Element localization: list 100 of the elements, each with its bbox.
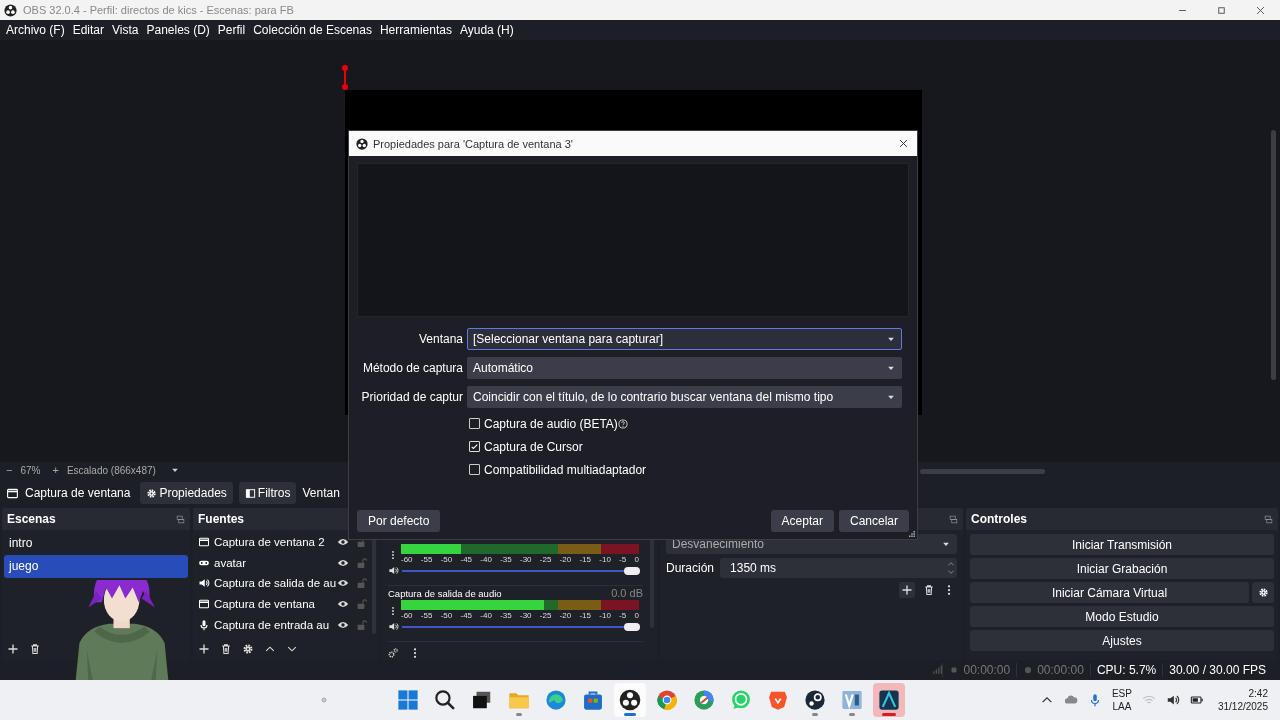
field-label: Método de captura	[361, 361, 463, 375]
browser-icon	[545, 689, 567, 711]
menu-item[interactable]: Archivo (F)	[2, 22, 69, 38]
resize-grip-icon[interactable]	[909, 531, 915, 537]
scene-item[interactable]: juego	[4, 555, 188, 578]
volume-slider[interactable]	[402, 621, 640, 632]
menu-item[interactable]: Ayuda (H)	[455, 22, 518, 38]
scale-label: -50	[440, 554, 453, 565]
browser-icon	[656, 689, 678, 711]
source-item[interactable]: Captura de entrada au	[214, 618, 335, 631]
language-indicator[interactable]: ESP LAA	[1111, 687, 1132, 713]
scale-label: -5	[619, 554, 627, 565]
checkbox-label[interactable]: Captura de Cursor	[484, 439, 583, 454]
scrollbar[interactable]	[920, 469, 1045, 474]
channel-name: Captura de salida de audio	[388, 587, 502, 599]
taskbar-button[interactable]	[873, 683, 905, 717]
volume-icon[interactable]	[1165, 693, 1180, 707]
add-icon[interactable]	[198, 643, 210, 655]
taskbar-button[interactable]	[614, 683, 646, 717]
control-button[interactable]: Modo Estudio	[970, 606, 1274, 627]
dot-icon	[320, 696, 328, 704]
browser-icon	[693, 689, 715, 711]
shield-icon	[767, 689, 789, 711]
scale-label: -60	[401, 610, 413, 621]
scale-label: -15	[579, 554, 591, 565]
control-button[interactable]: Iniciar Transmisión	[970, 534, 1274, 555]
gear-icon[interactable]	[242, 643, 254, 655]
checkbox[interactable]	[469, 464, 480, 475]
volume-slider[interactable]	[402, 565, 640, 576]
source-item[interactable]: avatar	[214, 556, 335, 569]
menu-item[interactable]: Vista	[108, 22, 143, 38]
speaker-icon[interactable]	[388, 621, 399, 632]
battery-icon[interactable]	[1189, 693, 1204, 707]
trash-icon[interactable]	[220, 643, 232, 655]
filters-button[interactable]: Filtros	[238, 482, 297, 504]
source-name: Captura de ventana	[25, 486, 131, 500]
scrollbar[interactable]	[1271, 130, 1276, 380]
source-item[interactable]: Captura de ventana	[214, 598, 335, 611]
maximize-icon[interactable]	[1216, 4, 1227, 16]
chat-icon	[730, 689, 752, 711]
scene-item[interactable]: intro	[4, 532, 188, 555]
dropdown[interactable]: Automático	[467, 357, 902, 379]
slider-thumb[interactable]	[624, 622, 640, 631]
scale-label: -10	[599, 554, 611, 565]
defaults-button[interactable]: Por defecto	[357, 510, 441, 532]
add-icon[interactable]	[7, 643, 19, 655]
clock[interactable]: 2:42 31/12/2025	[1217, 687, 1268, 713]
checkbox[interactable]	[469, 418, 480, 429]
microphone-icon	[198, 618, 210, 631]
cancel-button[interactable]: Cancelar	[838, 510, 909, 532]
search-icon	[434, 689, 456, 711]
menu-item[interactable]: Perfil	[213, 22, 250, 38]
cloud-icon[interactable]	[1063, 693, 1078, 707]
checkbox-label[interactable]: Captura de audio (BETA)	[484, 416, 618, 431]
source-item[interactable]: Captura de salida de au	[214, 577, 335, 590]
close-icon[interactable]	[1255, 4, 1266, 16]
menu-item[interactable]: Paneles (D)	[142, 22, 214, 38]
menu-item[interactable]: Herramientas	[375, 22, 456, 38]
task-view-icon	[471, 689, 493, 711]
trash-icon[interactable]	[923, 584, 935, 596]
undock-icon[interactable]	[1264, 514, 1273, 524]
control-button[interactable]: Iniciar Cámara Virtual	[970, 582, 1249, 603]
close-icon[interactable]	[898, 138, 909, 149]
gears-icon[interactable]	[387, 647, 399, 659]
scale-label: -55	[420, 554, 433, 565]
scale-label: 0	[634, 554, 639, 565]
gear-icon	[146, 487, 158, 499]
zoom-out-button[interactable]: −	[4, 464, 15, 476]
filter-icon	[244, 487, 256, 499]
handle-drawing[interactable]	[341, 64, 349, 90]
trash-icon[interactable]	[29, 643, 41, 655]
settings-button[interactable]	[1252, 582, 1274, 603]
scale-label: -15	[579, 610, 591, 621]
scale-label: -40	[480, 610, 492, 621]
dropdown[interactable]: Coincidir con el título, de lo contrario buscar ventana del mismo tipo	[467, 386, 902, 408]
source-item[interactable]: Captura de ventana 2	[214, 536, 335, 549]
speaker-icon[interactable]	[388, 565, 399, 576]
control-button[interactable]: Ajustes	[970, 630, 1274, 651]
control-button[interactable]: Iniciar Grabación	[970, 558, 1274, 579]
properties-button[interactable]: Propiedades	[140, 482, 233, 504]
ok-button[interactable]: Aceptar	[770, 510, 834, 532]
scale-label: -60	[401, 554, 413, 565]
slider-thumb[interactable]	[624, 566, 640, 575]
menu-item[interactable]: Colección de Escenas	[249, 22, 376, 38]
add-icon	[901, 584, 913, 596]
checkbox[interactable]	[469, 441, 480, 452]
dropdown[interactable]: [Seleccionar ventana para capturar]	[467, 328, 902, 350]
add-button[interactable]	[899, 582, 915, 598]
scale-label: -25	[539, 610, 552, 621]
undock-icon[interactable]	[949, 514, 958, 524]
undock-icon[interactable]	[176, 514, 185, 524]
checkbox-label[interactable]: Compatibilidad multiadaptador	[484, 462, 647, 477]
bag-icon	[582, 689, 604, 711]
menu-item[interactable]: Editar	[68, 22, 109, 38]
dock-title: Controles	[971, 512, 1028, 526]
record-time: 00:00:00	[1037, 663, 1084, 677]
zoom-in-button[interactable]: +	[50, 464, 61, 476]
scale-label: -45	[460, 610, 473, 621]
help-icon[interactable]	[617, 418, 628, 429]
scale-label: -30	[519, 610, 532, 621]
